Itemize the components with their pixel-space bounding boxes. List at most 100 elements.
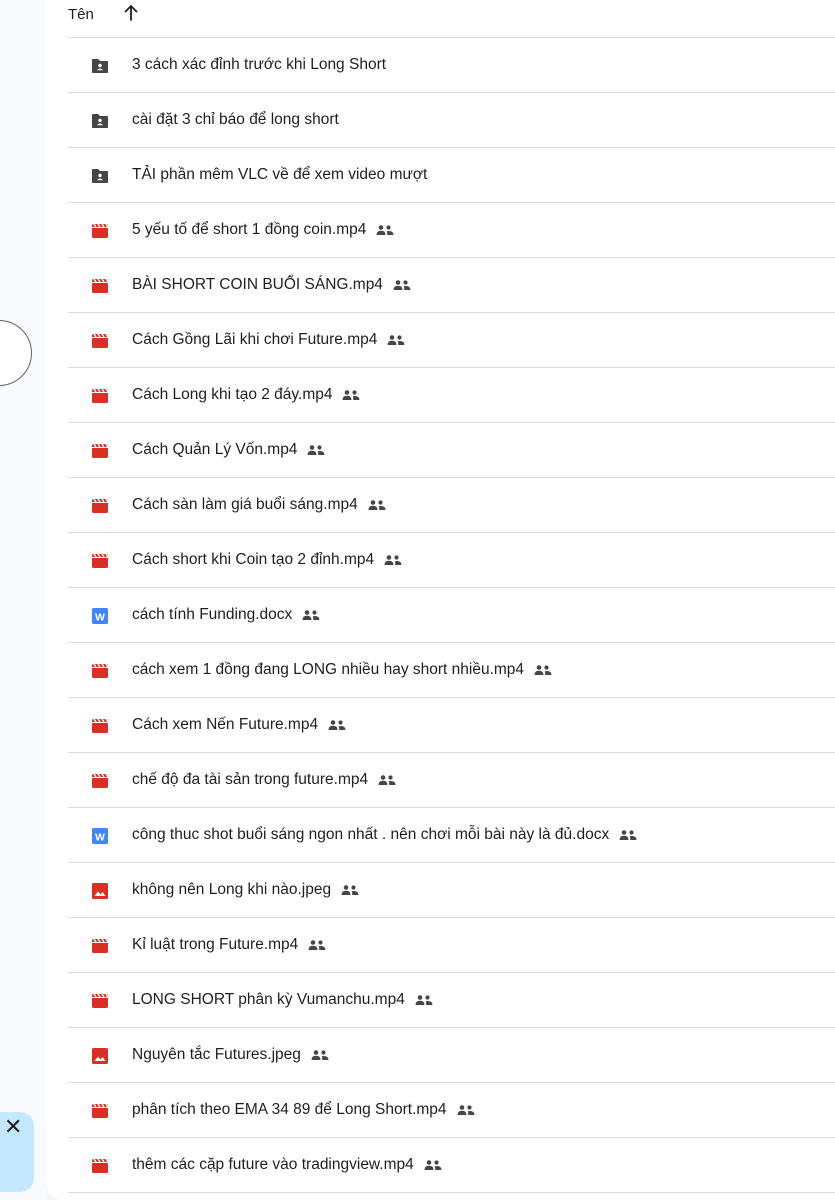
shared-people-icon [387,335,405,345]
shared-folder-icon [92,59,108,73]
shared-people-icon [368,500,386,510]
image-file-icon [92,1048,108,1064]
file-list-header: Tên [68,0,835,38]
file-name: LONG SHORT phân kỳ Vumanchu.mp4 [132,991,433,1009]
file-name-text: cách xem 1 đồng đang LONG nhiều hay shor… [132,661,525,678]
file-name-text: BÀI SHORT COIN BUỔI SÁNG.mp4 [132,276,383,293]
file-name-text: Cách xem Nến Future.mp4 [132,716,319,733]
file-row[interactable]: LONG SHORT phân kỳ Vumanchu.mp4 [68,973,835,1028]
file-name: BÀI SHORT COIN BUỔI SÁNG.mp4 [132,276,411,294]
video-file-icon [92,278,109,293]
file-name-text: Cách short khi Coin tạo 2 đỉnh.mp4 [132,551,375,568]
file-row[interactable]: BÀI SHORT COIN BUỔI SÁNG.mp4 [68,258,835,313]
shared-people-icon [308,940,326,950]
shared-people-icon [415,995,433,1005]
video-file-icon [92,718,109,733]
image-file-icon [92,883,108,899]
file-name-text: 3 cách xác đỉnh trước khi Long Short [132,56,387,73]
shared-people-icon [311,1050,329,1060]
file-name: thêm các cặp future vào tradingview.mp4 [132,1156,442,1174]
file-row[interactable]: 3 cách xác đỉnh trước khi Long Short [68,38,835,93]
shared-people-icon [341,885,359,895]
file-name: Cách short khi Coin tạo 2 đỉnh.mp4 [132,551,402,569]
file-name: Kỉ luật trong Future.mp4 [132,936,326,954]
file-name: cách xem 1 đồng đang LONG nhiều hay shor… [132,661,552,679]
shared-people-icon [307,445,325,455]
file-name-text: Nguyên tắc Futures.jpeg [132,1046,301,1063]
file-name-text: TẢI phần mêm VLC về để xem video mượt [132,166,428,183]
file-row[interactable]: Cách Gồng Lãi khi chơi Future.mp4 [68,313,835,368]
shared-folder-icon [92,114,108,128]
shared-people-icon [378,775,396,785]
file-name-text: chế độ đa tài sản trong future.mp4 [132,771,369,788]
close-icon[interactable]: ✕ [4,1116,22,1138]
file-row[interactable]: thêm các cặp future vào tradingview.mp4 [68,1138,835,1193]
shared-people-icon [619,830,637,840]
file-name: công thuc shot buổi sáng ngon nhất . nên… [132,826,637,844]
svg-text:W: W [95,831,105,843]
sidebar-circle-button[interactable] [0,320,32,386]
file-row[interactable]: Cách short khi Coin tạo 2 đỉnh.mp4 [68,533,835,588]
file-name: 3 cách xác đỉnh trước khi Long Short [132,56,386,74]
file-row[interactable]: Cách Long khi tạo 2 đáy.mp4 [68,368,835,423]
file-row[interactable]: TẢI phần mêm VLC về để xem video mượt [68,148,835,203]
shared-people-icon [393,280,411,290]
video-file-icon [92,1158,109,1173]
file-name: chế độ đa tài sản trong future.mp4 [132,771,396,789]
file-name-text: không nên Long khi nào.jpeg [132,881,332,898]
file-name: phân tích theo EMA 34 89 để Long Short.m… [132,1101,475,1119]
shared-people-icon [384,555,402,565]
file-row[interactable]: chế độ đa tài sản trong future.mp4 [68,753,835,808]
file-name: Cách sàn làm giá buổi sáng.mp4 [132,496,386,514]
file-name-text: cách tính Funding.docx [132,606,293,623]
file-list: 3 cách xác đỉnh trước khi Long Short cài … [68,38,835,1193]
file-row[interactable]: Cách sàn làm giá buổi sáng.mp4 [68,478,835,533]
file-name: không nên Long khi nào.jpeg [132,881,359,899]
shared-people-icon [328,720,346,730]
word-doc-icon: W [92,608,108,624]
file-name: Cách xem Nến Future.mp4 [132,716,346,734]
file-row[interactable]: Nguyên tắc Futures.jpeg [68,1028,835,1083]
file-row[interactable]: phân tích theo EMA 34 89 để Long Short.m… [68,1083,835,1138]
arrow-up-icon[interactable] [122,3,140,23]
left-sidebar: ✕ [0,0,46,1200]
video-file-icon [92,1103,109,1118]
file-row[interactable]: Kỉ luật trong Future.mp4 [68,918,835,973]
file-name-text: Cách Quản Lý Vốn.mp4 [132,441,298,458]
video-file-icon [92,223,109,238]
file-name-text: Cách Gồng Lãi khi chơi Future.mp4 [132,331,378,348]
file-row[interactable]: không nên Long khi nào.jpeg [68,863,835,918]
file-name-text: Cách sàn làm giá buổi sáng.mp4 [132,496,358,513]
file-name: cài đặt 3 chỉ báo để long short [132,111,339,129]
file-row[interactable]: 5 yếu tố để short 1 đồng coin.mp4 [68,203,835,258]
file-name: TẢI phần mêm VLC về để xem video mượt [132,166,427,184]
video-file-icon [92,993,109,1008]
file-name: cách tính Funding.docx [132,606,320,624]
file-row[interactable]: Wcách tính Funding.docx [68,588,835,643]
close-panel-button[interactable]: ✕ [0,1112,34,1192]
file-name: Nguyên tắc Futures.jpeg [132,1046,329,1064]
file-row[interactable]: Cách Quản Lý Vốn.mp4 [68,423,835,478]
word-doc-icon: W [92,828,108,844]
shared-people-icon [302,610,320,620]
file-name-text: 5 yếu tố để short 1 đồng coin.mp4 [132,221,367,238]
file-row[interactable]: Wcông thuc shot buổi sáng ngon nhất . nê… [68,808,835,863]
file-name-text: công thuc shot buổi sáng ngon nhất . nên… [132,826,610,843]
file-row[interactable]: cách xem 1 đồng đang LONG nhiều hay shor… [68,643,835,698]
file-name-text: phân tích theo EMA 34 89 để Long Short.m… [132,1101,447,1118]
file-name: 5 yếu tố để short 1 đồng coin.mp4 [132,221,394,239]
file-name: Cách Long khi tạo 2 đáy.mp4 [132,386,360,404]
file-name-text: cài đặt 3 chỉ báo để long short [132,111,339,128]
shared-people-icon [424,1160,442,1170]
file-row[interactable]: cài đặt 3 chỉ báo để long short [68,93,835,148]
column-header-name[interactable]: Tên [68,6,94,23]
svg-text:W: W [95,611,105,623]
video-file-icon [92,498,109,513]
file-name: Cách Quản Lý Vốn.mp4 [132,441,325,459]
file-row[interactable]: Cách xem Nến Future.mp4 [68,698,835,753]
video-file-icon [92,443,109,458]
video-file-icon [92,938,109,953]
shared-people-icon [342,390,360,400]
shared-folder-icon [92,169,108,183]
shared-people-icon [457,1105,475,1115]
